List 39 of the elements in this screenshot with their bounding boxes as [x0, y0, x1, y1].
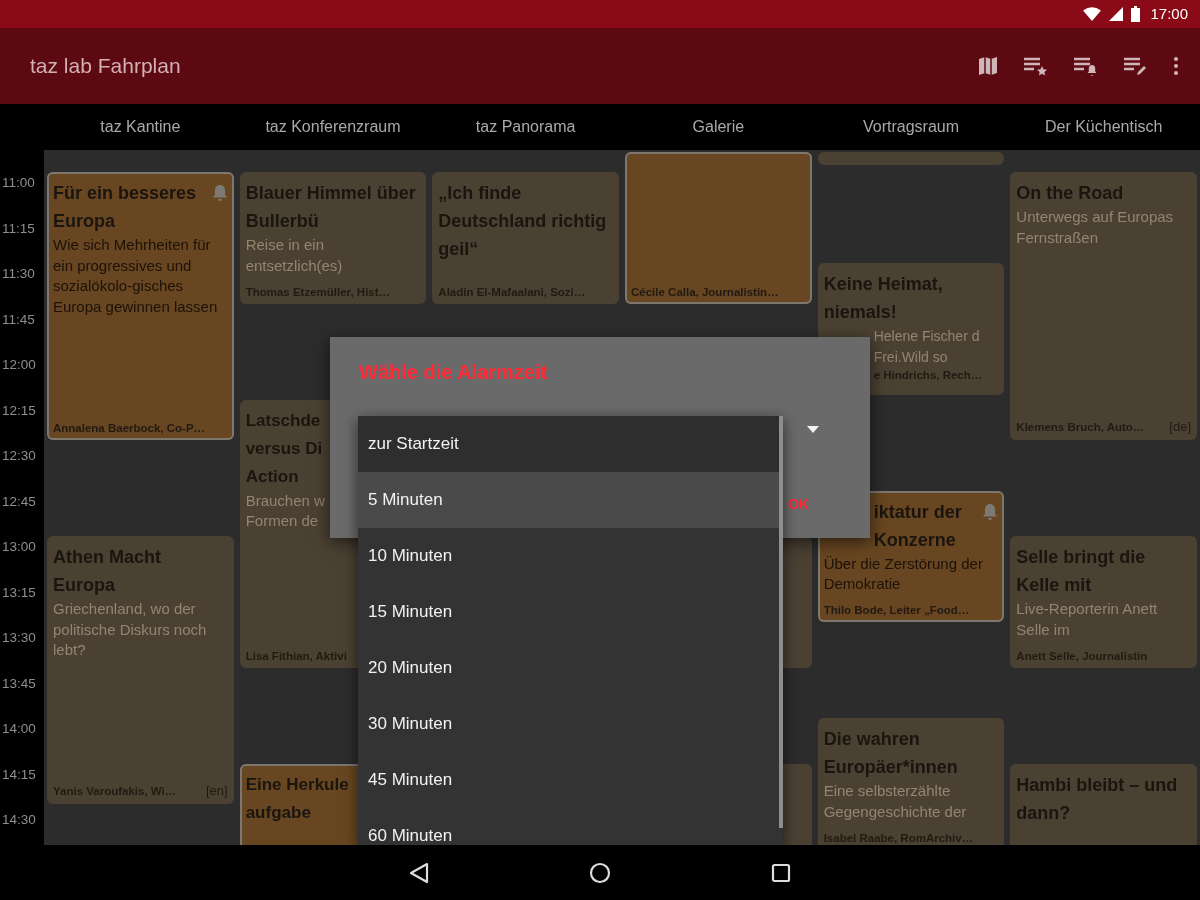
event-description: Reise in ein entsetzlich(es)	[245, 235, 344, 276]
speaker-name: Annalena Baerbock, Co-P…	[53, 422, 206, 434]
time-label: 13:15	[1, 583, 37, 600]
time-label: 14:30	[1, 811, 37, 827]
time-label: 11:00	[1, 174, 36, 190]
event-title: Eine Herkule aufgabe	[245, 773, 350, 824]
event-description: Eine selbsterzählte Gegengeschichte der	[823, 781, 968, 822]
time-label: 12:45	[1, 492, 37, 509]
event-title: Für ein besseres Europa	[53, 182, 198, 233]
status-time: 17:00	[1149, 4, 1188, 22]
event-description: Wie sich Mehrheiten für ein progressives und sozialökolo-gisches Europa gewinnen lassen	[53, 235, 219, 317]
event-description: Unterwegs auf Europas Fernstraßen	[1016, 207, 1175, 248]
app-title: taz lab Fahrplan	[30, 54, 182, 78]
time-label: 13:30	[1, 629, 37, 645]
time-label: 13:45	[1, 674, 37, 691]
room-header: taz Konferenzraum	[265, 118, 401, 136]
event-description: Brauchen w Formen de	[245, 490, 326, 531]
room-header: taz Panorama	[475, 118, 576, 136]
event-description: Helene Fischer d Frei.Wild so	[872, 327, 981, 367]
room-header: taz Kantine	[100, 118, 181, 136]
time-label: 12:15	[1, 401, 37, 418]
dialog-title: Wähle die Alarmzeit	[359, 361, 548, 384]
event-description: Über die Zerstörung der Demokratie	[823, 553, 984, 594]
time-label: 11:15	[1, 219, 36, 236]
room-header: Vortragsraum	[862, 118, 959, 136]
event-description: Live-Reporterin Anett Selle im	[1016, 599, 1159, 640]
time-label: 13:00	[1, 538, 37, 554]
speaker-name: Cécile Calla, Journalistin…	[631, 285, 779, 298]
time-label: 11:30	[1, 265, 36, 281]
time-label: 14:15	[1, 765, 37, 782]
time-label: 12:30	[1, 447, 37, 463]
event-description: Griechenland, wo der politische Diskurs noch lebt?	[53, 599, 208, 660]
event-title: iktatur der Konzerne	[872, 500, 963, 552]
time-label: 12:00	[1, 356, 37, 372]
speaker-name: Thilo Bode, Leiter „Food…	[823, 604, 970, 616]
time-label: 11:45	[1, 310, 36, 327]
room-header: Galerie	[692, 118, 745, 136]
room-header: Der Küchentisch	[1044, 118, 1163, 136]
time-label: 14:00	[1, 720, 37, 736]
